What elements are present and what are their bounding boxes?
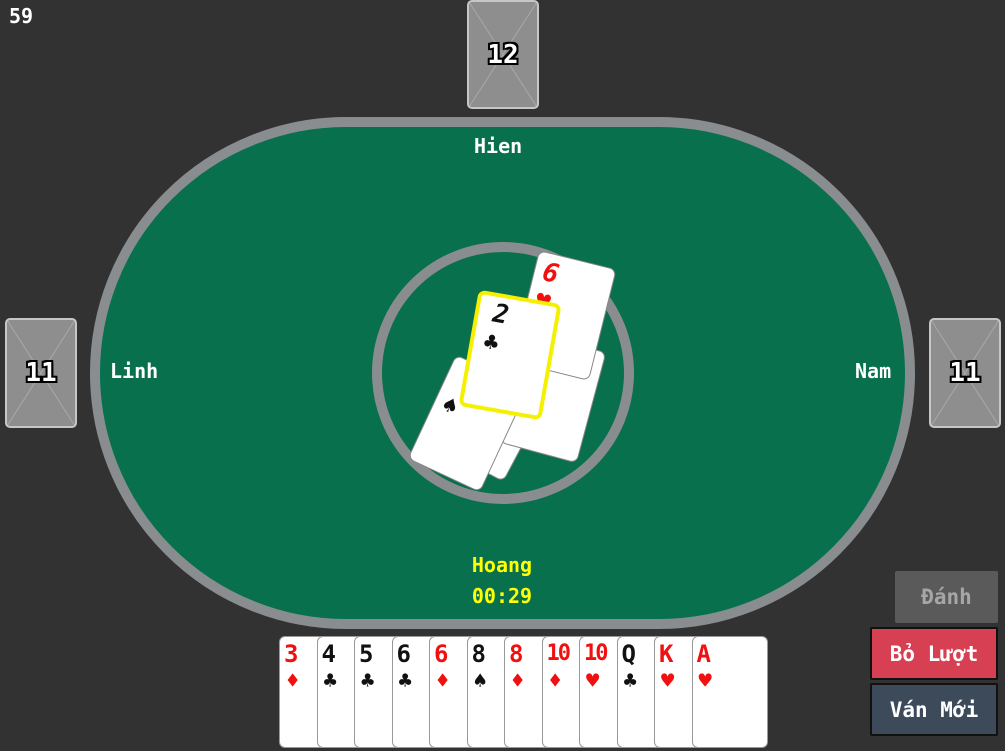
new-game-button[interactable]: Ván Mới — [870, 683, 998, 736]
hand-card-rank: 8 — [471, 640, 486, 668]
pass-button[interactable]: Bỏ Lượt — [870, 627, 998, 680]
opponent-right-card-count: 11 — [949, 358, 981, 388]
player-name-right: Nam — [855, 359, 892, 383]
hand-card-rank: 6 — [434, 640, 449, 668]
hand-card-suit: ♣ — [323, 669, 337, 694]
hand-card-suit: ♦ — [548, 669, 562, 694]
opponent-top-hand: 12 — [467, 0, 539, 109]
play-button[interactable]: Đánh — [895, 571, 998, 623]
pile-card-suit: ♣ — [481, 327, 501, 358]
turn-timer: 00:29 — [471, 584, 533, 608]
hand-card-rank: 10 — [584, 641, 608, 666]
game-counter: 59 — [9, 4, 34, 28]
opponent-right-hand: 11 — [929, 318, 1001, 428]
pile-card-rank: 6 — [539, 257, 562, 290]
opponent-left-hand: 11 — [5, 318, 77, 428]
hand-card-rank: 8 — [509, 640, 524, 668]
player-name-top: Hien — [474, 134, 523, 158]
hand-card-suit: ♦ — [511, 669, 525, 694]
pile-card-suit: ♠ — [437, 390, 463, 422]
opponent-left-card-count: 11 — [25, 358, 57, 388]
hand-card-rank: K — [659, 640, 674, 668]
opponent-top-card-count: 12 — [487, 39, 519, 70]
hand-card-rank: 5 — [359, 640, 374, 668]
hand-card-suit: ♦ — [286, 669, 300, 694]
hand-card-rank: 4 — [321, 640, 336, 668]
hand-card-suit: ♦ — [436, 669, 450, 694]
hand-card-suit: ♥ — [698, 669, 712, 694]
hand-card-rank: 6 — [396, 640, 411, 668]
hand-card-rank: 10 — [546, 641, 571, 666]
pile-card-rank: 2 — [490, 298, 511, 331]
hand-card-suit: ♣ — [623, 669, 637, 694]
player-name-current: Hoang — [471, 553, 533, 577]
hand-card-suit: ♣ — [398, 669, 412, 694]
hand-card-rank: 3 — [284, 640, 299, 668]
hand-card-suit: ♥ — [661, 669, 675, 694]
hand-card[interactable]: A ♥ — [691, 636, 768, 748]
hand-card-suit: ♠ — [473, 669, 487, 694]
hand-card-rank: A — [696, 640, 711, 668]
player-name-left: Linh — [110, 359, 159, 383]
hand-card-rank: Q — [621, 640, 636, 668]
hand-card-suit: ♥ — [586, 669, 600, 694]
hand-card-suit: ♣ — [361, 669, 375, 694]
